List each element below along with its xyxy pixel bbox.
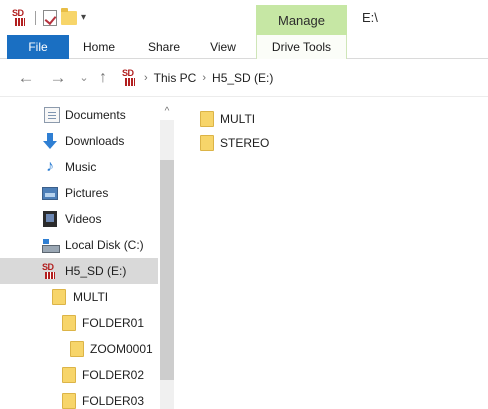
folder-icon: [200, 135, 214, 151]
back-arrow-icon[interactable]: ←: [16, 68, 36, 88]
title-bar: SD ▾ Manage E:\: [0, 0, 488, 36]
folder-icon: [70, 341, 84, 357]
tab-drive-tools[interactable]: Drive Tools: [256, 35, 347, 59]
file-list: MULTI STEREO: [174, 100, 488, 409]
downloads-icon: [42, 133, 58, 149]
sidebar-item-music[interactable]: ♪ Music: [0, 154, 158, 180]
sidebar-item-folder03[interactable]: FOLDER03: [0, 388, 158, 409]
breadcrumb-separator[interactable]: ›: [202, 72, 206, 84]
list-item[interactable]: STEREO: [200, 132, 300, 154]
ribbon-tabs: File Home Share View Drive Tools: [0, 35, 488, 59]
music-icon: ♪: [46, 158, 54, 175]
quick-access-toolbar: SD ▾: [12, 7, 86, 29]
tab-file[interactable]: File: [7, 35, 69, 59]
folder-icon: [62, 393, 76, 409]
navigation-pane: Documents Downloads ♪ Music Pictures Vid…: [0, 100, 174, 409]
breadcrumb-this-pc[interactable]: This PC: [154, 71, 197, 85]
breadcrumb-separator[interactable]: ›: [144, 72, 148, 84]
sidebar-item-videos[interactable]: Videos: [0, 206, 158, 232]
up-arrow-icon[interactable]: ↑: [95, 68, 111, 88]
breadcrumb[interactable]: SD › This PC › H5_SD (E:): [122, 68, 273, 88]
scrollbar-thumb[interactable]: [160, 160, 174, 380]
properties-icon[interactable]: [43, 10, 57, 26]
sidebar-item-downloads[interactable]: Downloads: [0, 128, 158, 154]
customize-toolbar-dropdown[interactable]: ▾: [81, 13, 86, 23]
videos-icon: [43, 211, 57, 227]
folder-icon: [52, 289, 66, 305]
pictures-icon: [42, 187, 58, 200]
sidebar-item-multi[interactable]: MULTI: [0, 284, 158, 310]
sidebar-item-zoom0001[interactable]: ZOOM0001: [0, 336, 158, 362]
sidebar-item-local-disk[interactable]: Local Disk (C:): [0, 232, 158, 258]
breadcrumb-drive[interactable]: H5_SD (E:): [212, 71, 273, 85]
folder-icon: [62, 315, 76, 331]
tab-view[interactable]: View: [201, 35, 245, 59]
tab-home[interactable]: Home: [76, 35, 122, 59]
sd-card-icon[interactable]: SD: [12, 9, 28, 27]
sd-card-icon: SD: [122, 69, 138, 87]
folder-icon: [62, 367, 76, 383]
sidebar-item-folder01[interactable]: FOLDER01: [0, 310, 158, 336]
divider: [0, 96, 488, 97]
new-folder-icon[interactable]: [61, 8, 77, 25]
sidebar-item-h5-sd[interactable]: SD H5_SD (E:): [0, 258, 158, 284]
window-title: E:\: [362, 10, 378, 25]
recent-locations-chevron-icon[interactable]: ⌄: [78, 68, 90, 88]
forward-arrow-icon[interactable]: →: [48, 68, 68, 88]
scroll-up-chevron-icon[interactable]: ^: [160, 106, 174, 118]
navigation-bar: ← → ⌄ ↑ SD › This PC › H5_SD (E:): [0, 63, 488, 93]
sd-card-icon: SD: [42, 263, 58, 279]
list-item[interactable]: MULTI: [200, 108, 300, 130]
sidebar-item-folder02[interactable]: FOLDER02: [0, 362, 158, 388]
documents-icon: [44, 107, 60, 123]
tab-share[interactable]: Share: [140, 35, 188, 59]
sidebar-item-documents[interactable]: Documents: [0, 102, 158, 128]
folder-icon: [200, 111, 214, 127]
toolbar-separator: [35, 11, 36, 25]
manage-contextual-tab[interactable]: Manage: [256, 5, 347, 35]
sidebar-item-pictures[interactable]: Pictures: [0, 180, 158, 206]
local-disk-icon: [42, 237, 60, 253]
